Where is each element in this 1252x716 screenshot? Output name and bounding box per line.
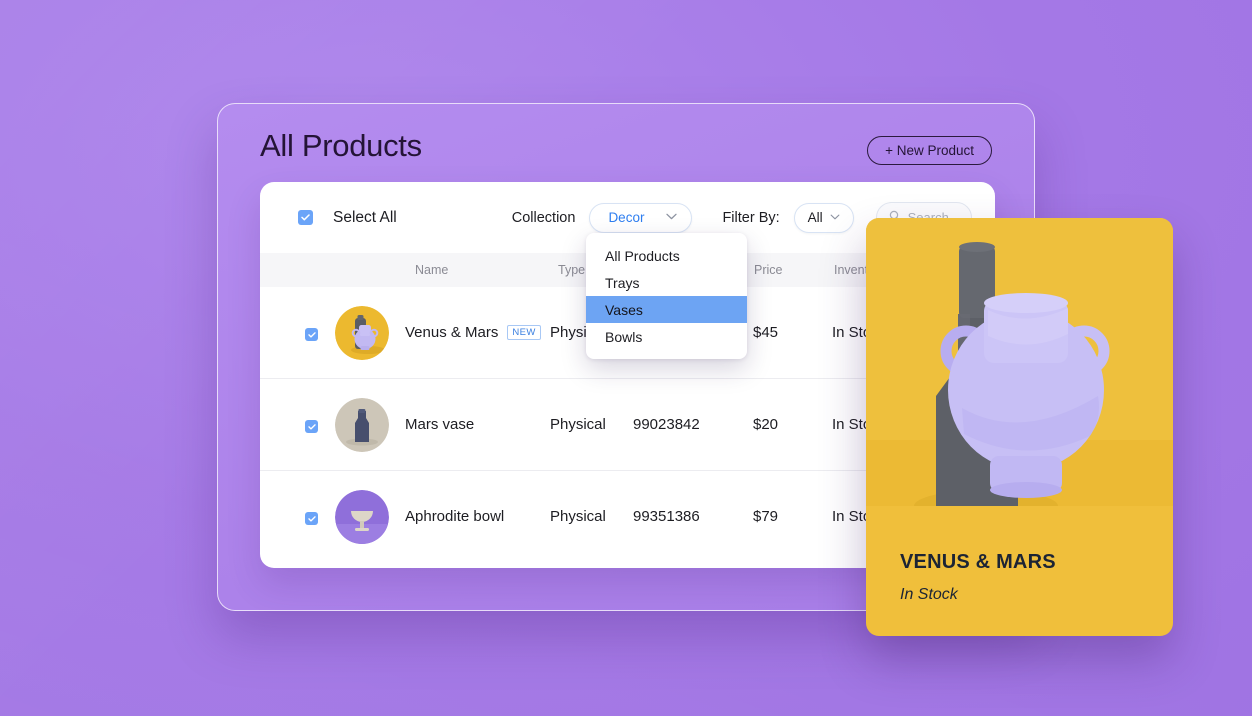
chevron-down-icon	[830, 213, 840, 223]
product-preview-card[interactable]: VENUS & MARS In Stock	[866, 218, 1173, 636]
check-icon	[301, 214, 310, 221]
filter-dropdown-button[interactable]: All	[793, 202, 854, 233]
product-thumbnail	[335, 398, 389, 452]
check-icon	[307, 423, 316, 430]
cell-price: $20	[753, 416, 779, 433]
filter-dropdown-value: All	[807, 210, 823, 225]
row-checkbox[interactable]	[305, 420, 318, 433]
dropdown-item-trays[interactable]: Trays	[586, 269, 747, 296]
dropdown-item-vases[interactable]: Vases	[586, 296, 747, 323]
dropdown-item-all-products[interactable]: All Products	[586, 242, 747, 269]
cell-name: Aphrodite bowl	[405, 508, 504, 525]
product-name: Mars vase	[405, 416, 475, 433]
product-card-status: In Stock	[900, 586, 958, 603]
collection-dropdown-button[interactable]: Decor	[589, 202, 693, 233]
cell-name: Mars vase	[405, 416, 474, 433]
cell-sku: 99023842	[633, 416, 700, 433]
select-all-checkbox[interactable]	[298, 210, 313, 225]
add-new-product-button[interactable]: + New Product	[867, 136, 992, 165]
check-icon	[307, 515, 316, 522]
cell-sku: 99351386	[633, 508, 700, 525]
dropdown-item-bowls[interactable]: Bowls	[586, 323, 747, 350]
product-name: Aphrodite bowl	[405, 508, 505, 525]
collection-dropdown-value: Decor	[608, 210, 645, 225]
select-all-label: Select All	[333, 208, 397, 226]
product-thumbnail	[335, 490, 389, 544]
cell-type: Physical	[550, 508, 606, 525]
cell-type: Physical	[550, 416, 606, 433]
row-checkbox[interactable]	[305, 328, 318, 341]
column-header-type: Type	[558, 263, 586, 277]
filter-by-label: Filter By:	[722, 209, 780, 226]
product-image	[866, 218, 1173, 506]
product-name: Venus & Mars	[405, 324, 499, 341]
cell-price: $79	[753, 508, 779, 525]
collection-dropdown-menu: All Products Trays Vases Bowls	[586, 233, 747, 359]
chevron-down-icon	[666, 213, 678, 223]
page-title: All Products	[260, 128, 422, 163]
product-card-title: VENUS & MARS	[900, 551, 1056, 573]
column-header-price: Price	[754, 263, 783, 277]
column-header-name: Name	[415, 263, 449, 277]
cell-price: $45	[753, 324, 779, 341]
status-badge: NEW	[507, 325, 541, 340]
check-icon	[307, 331, 316, 338]
row-checkbox[interactable]	[305, 512, 318, 525]
cell-name: Venus & Mars NEW	[405, 324, 541, 341]
product-thumbnail	[335, 306, 389, 360]
panel-header: All Products + New Product	[260, 128, 992, 180]
collection-label: Collection	[511, 209, 576, 226]
